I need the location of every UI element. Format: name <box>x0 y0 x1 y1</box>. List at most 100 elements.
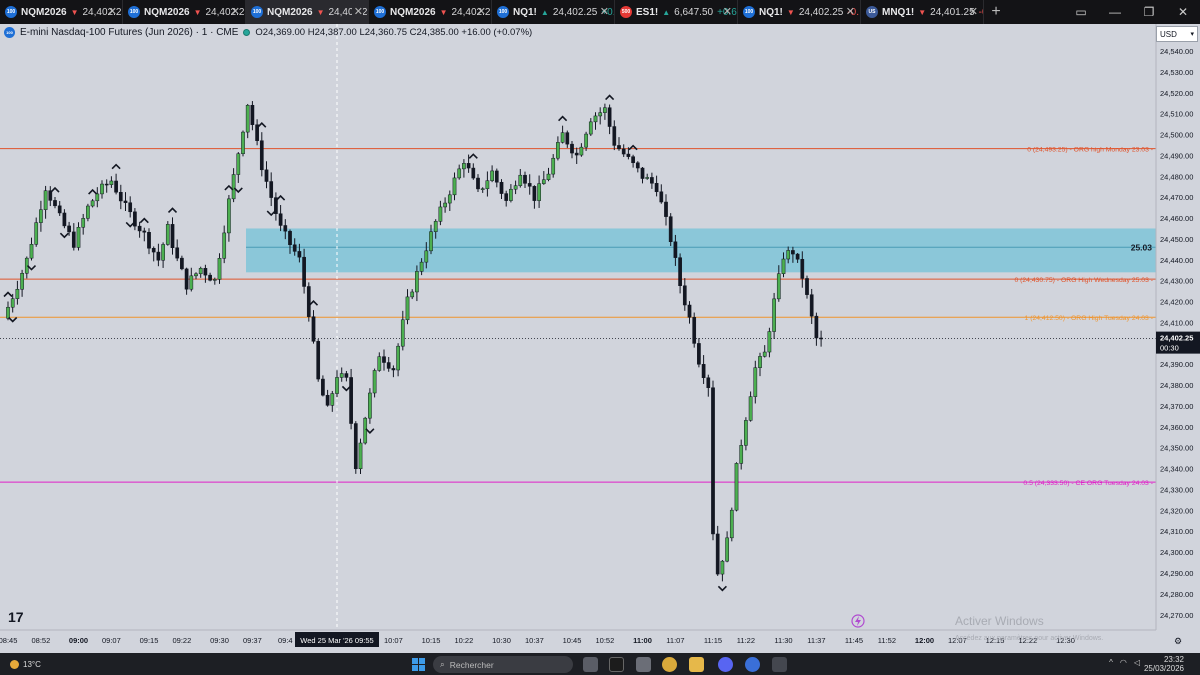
tab-nqm2026-2[interactable]: 100 NQM2026 ▼ 24,402.25 ✕ <box>246 0 369 24</box>
weather-widget[interactable]: 13°C <box>0 659 140 669</box>
close-window-icon[interactable]: ✕ <box>1166 0 1200 24</box>
weather-temp: 13°C <box>23 659 41 669</box>
level-label: 0 (24,493.25) - ORG high Monday 23.03 - <box>1027 147 1153 154</box>
price-tick-label: 24,440.00 <box>1160 256 1193 265</box>
system-tray[interactable]: ^ ◠ ◁ <box>1109 658 1140 667</box>
price-tick-label: 24,540.00 <box>1160 47 1193 56</box>
tab-nq1-4[interactable]: 100 NQ1! ▲ 24,402.25 +0. ✕ <box>492 0 615 24</box>
tab-nq1-6[interactable]: 100 NQ1! ▼ 24,402.25 -0. ✕ <box>738 0 861 24</box>
price-tick-label: 24,500.00 <box>1160 131 1193 140</box>
tv-desktop-app-icon[interactable] <box>772 657 787 672</box>
candle-body <box>621 148 626 155</box>
candle-body <box>372 370 377 394</box>
layout-icon[interactable]: ▭ <box>1064 0 1098 24</box>
taskbar-search[interactable]: ⌕ Rechercher <box>433 656 573 673</box>
tab-nqm2026-3[interactable]: 100 NQM2026 ▼ 24,402.25 ✕ <box>369 0 492 24</box>
candle-body <box>194 273 198 277</box>
candle-body <box>118 192 123 202</box>
tab-nqm2026-1[interactable]: 100 NQM2026 ▼ 24,402.25 ✕ <box>123 0 246 24</box>
candle-body <box>39 209 43 223</box>
close-tab-icon[interactable]: ✕ <box>106 5 117 18</box>
close-tab-icon[interactable]: ✕ <box>721 5 732 18</box>
chevron-up-icon[interactable]: ^ <box>1109 658 1113 667</box>
tab-es1-5[interactable]: 500ES1!▲6,647.50+0.67✕ <box>615 0 738 24</box>
price-tick-label: 24,350.00 <box>1160 444 1193 453</box>
axis-settings-icon[interactable]: ⚙ <box>1174 636 1182 646</box>
currency-button[interactable]: USD ▾ <box>1156 26 1198 42</box>
price-tick-label: 24,290.00 <box>1160 569 1193 578</box>
tab-nqm2026-0[interactable]: 100 NQM2026 ▼ 24,402.25 ✕ <box>0 0 123 24</box>
candle-body <box>349 377 353 424</box>
candle-body <box>476 177 480 190</box>
candle-body <box>165 224 170 245</box>
candle-body <box>570 143 574 154</box>
chart-area[interactable]: 25.03 0 (24,493.25) - ORG high Monday 23.… <box>0 24 1200 653</box>
volume-icon[interactable]: ◁ <box>1134 658 1140 667</box>
tradingview-app-icon[interactable] <box>609 657 624 672</box>
direction-icon: ▼ <box>70 7 79 17</box>
time-tick-label: 10:37 <box>525 636 544 645</box>
candle-body <box>631 156 635 164</box>
candle-body <box>809 294 814 317</box>
minimize-icon[interactable]: — <box>1098 0 1132 24</box>
discord-app-icon[interactable] <box>718 657 733 672</box>
candle-body <box>692 317 697 344</box>
candle-body <box>415 271 419 293</box>
candle-body <box>532 186 537 201</box>
candle-body <box>447 194 452 204</box>
restore-icon[interactable]: ❐ <box>1132 0 1166 24</box>
close-tab-icon[interactable]: ✕ <box>967 5 978 18</box>
candle-body <box>640 167 645 179</box>
symbol-logo-icon: 100 <box>497 6 509 18</box>
price-tick-label: 24,340.00 <box>1160 465 1193 474</box>
candle-body <box>480 188 485 190</box>
chrome-app-icon[interactable] <box>662 657 677 672</box>
candle-body <box>147 232 151 249</box>
close-tab-icon[interactable]: ✕ <box>351 5 363 18</box>
candle-body <box>781 258 786 274</box>
candle-body <box>114 180 118 193</box>
candle-body <box>175 247 180 259</box>
windows-start-icon[interactable] <box>412 658 425 671</box>
close-tab-icon[interactable]: ✕ <box>475 5 486 18</box>
tab-price: 24,402.25 <box>552 6 598 18</box>
candle-body <box>236 153 241 175</box>
chart-canvas[interactable]: 25.03 0 (24,493.25) - ORG high Monday 23.… <box>0 24 1200 653</box>
candle-body <box>795 253 800 260</box>
close-tab-icon[interactable]: ✕ <box>598 5 609 18</box>
candle-body <box>419 261 424 272</box>
tab-price: 6,647.50 <box>674 6 714 18</box>
task-view-icon[interactable] <box>583 657 598 672</box>
time-tick-label: 10:22 <box>455 636 474 645</box>
calculator-app-icon[interactable] <box>636 657 651 672</box>
symbol-title[interactable]: E-mini Nasdaq-100 Futures (Jun 2026) · 1… <box>20 27 238 38</box>
candle-body <box>321 378 325 396</box>
candle-body <box>306 286 311 317</box>
time-tick-label: 11:37 <box>807 636 825 645</box>
candle-body <box>128 202 133 213</box>
price-tick-label: 24,320.00 <box>1160 506 1193 515</box>
candle-body <box>682 285 687 306</box>
wifi-icon[interactable]: ◠ <box>1120 658 1127 667</box>
symbol-logo-icon: 100 <box>374 6 386 18</box>
symbol-logo-icon: 100 <box>128 6 140 18</box>
candle-body <box>241 131 245 154</box>
tab-mnq1-7[interactable]: USMNQ1!▼24,401.25-0.✕ <box>861 0 984 24</box>
taskbar-clock[interactable]: 23:32 25/03/2026 <box>1144 655 1184 673</box>
candle-body <box>34 222 39 245</box>
close-tab-icon[interactable]: ✕ <box>844 5 855 18</box>
tab-price: 24,402.25 <box>798 6 844 18</box>
explorer-app-icon[interactable] <box>689 657 704 672</box>
candle-body <box>734 463 739 511</box>
candle-body <box>137 225 142 232</box>
add-tab-icon[interactable]: + <box>984 0 1008 24</box>
close-tab-icon[interactable]: ✕ <box>229 5 240 18</box>
nasdaq-logo-icon: 100 <box>4 27 15 38</box>
time-tick-label: 11:00 <box>633 636 652 645</box>
messaging-app-icon[interactable] <box>745 657 760 672</box>
candle-body <box>156 251 161 261</box>
direction-icon: ▼ <box>786 7 795 17</box>
zone-rectangle[interactable] <box>246 228 1156 273</box>
candle-body <box>504 193 509 201</box>
candle-body <box>556 142 560 159</box>
